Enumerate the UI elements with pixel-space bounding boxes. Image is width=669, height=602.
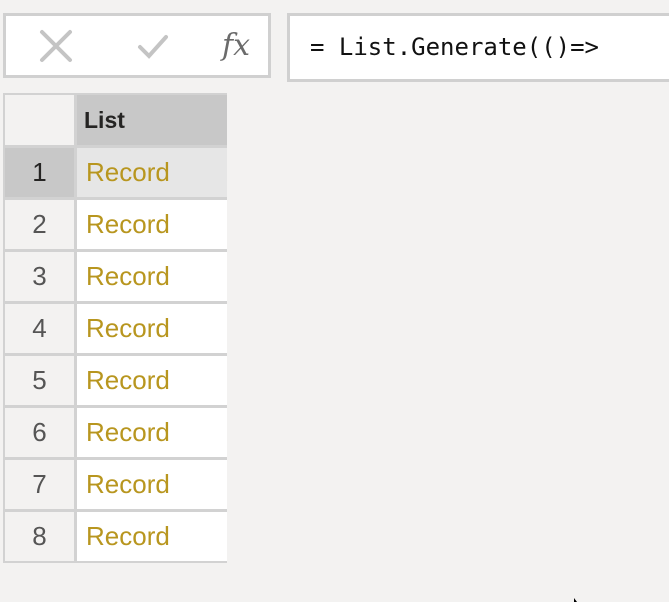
checkmark-icon bbox=[138, 34, 168, 59]
record-link-cell[interactable]: Record bbox=[77, 304, 227, 353]
record-link-cell[interactable]: Record bbox=[77, 460, 227, 509]
record-link-cell[interactable]: Record bbox=[77, 408, 227, 457]
record-link-cell[interactable]: Record bbox=[77, 356, 227, 405]
record-link-cell[interactable]: Record bbox=[77, 148, 227, 197]
column-header-list[interactable]: List bbox=[77, 95, 227, 145]
data-grid: List 1 Record 2 Record 3 Record 4 Record 5 Record… bbox=[3, 93, 227, 563]
record-link-cell[interactable]: Record bbox=[77, 252, 227, 301]
row-number[interactable]: 2 bbox=[5, 200, 74, 249]
function-icon: fx bbox=[221, 28, 251, 63]
insert-function-button[interactable]: fx bbox=[211, 16, 261, 75]
cancel-button[interactable] bbox=[31, 16, 81, 75]
row-number[interactable]: 4 bbox=[5, 304, 74, 353]
grid-corner[interactable] bbox=[5, 95, 74, 145]
formula-text: = List.Generate(()=> bbox=[310, 33, 599, 61]
row-number[interactable]: 3 bbox=[5, 252, 74, 301]
mouse-cursor bbox=[574, 598, 577, 602]
row-number[interactable]: 5 bbox=[5, 356, 74, 405]
row-number[interactable]: 8 bbox=[5, 512, 74, 561]
formula-bar-controls: fx bbox=[3, 13, 271, 78]
row-number[interactable]: 1 bbox=[5, 148, 74, 197]
record-link-cell[interactable]: Record bbox=[77, 200, 227, 249]
row-number[interactable]: 7 bbox=[5, 460, 74, 509]
record-link-cell[interactable]: Record bbox=[77, 512, 227, 561]
commit-button[interactable] bbox=[128, 16, 178, 75]
formula-input[interactable]: = List.Generate(()=> bbox=[287, 13, 669, 82]
row-number[interactable]: 6 bbox=[5, 408, 74, 457]
close-icon bbox=[40, 29, 72, 62]
